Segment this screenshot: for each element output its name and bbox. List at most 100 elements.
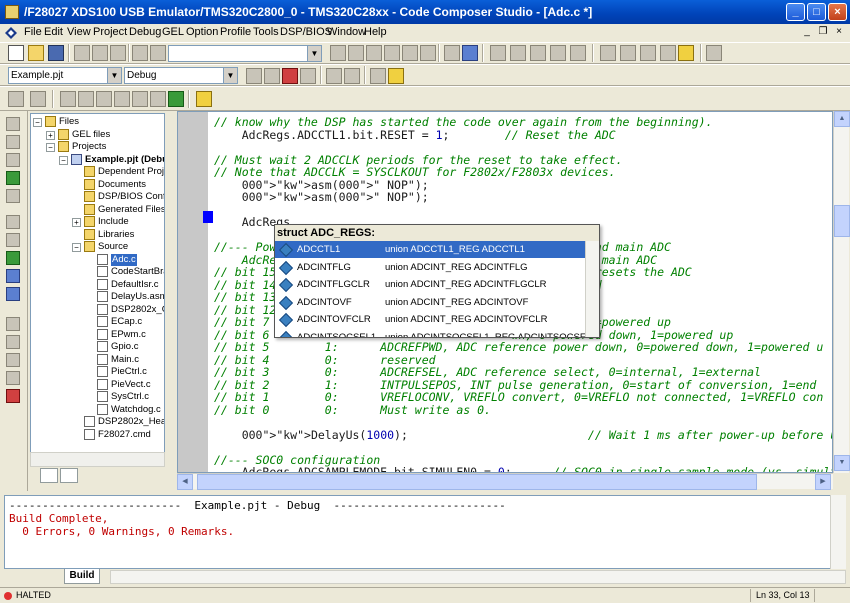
collapse-icon[interactable]: − <box>33 118 42 127</box>
step-into-icon[interactable] <box>600 45 616 61</box>
scroll-down-icon[interactable]: ▼ <box>834 455 850 471</box>
tab-bookmarks[interactable] <box>60 468 78 483</box>
dropdown-arrow-icon[interactable]: ▼ <box>223 68 237 83</box>
config-combo[interactable]: Debug ▼ <box>124 67 238 84</box>
output-vertical-scrollbar[interactable] <box>830 495 846 569</box>
menu-help[interactable]: Help <box>364 26 387 38</box>
step-into-icon[interactable] <box>6 117 20 131</box>
find-in-files-icon[interactable] <box>366 45 382 61</box>
menu-view[interactable]: View <box>67 26 91 38</box>
bookmark-prev-icon[interactable] <box>530 45 546 61</box>
tree-horizontal-scrollbar[interactable] <box>30 452 165 467</box>
indent-icon[interactable] <box>402 45 418 61</box>
rebuild-all-icon[interactable] <box>282 68 298 84</box>
editor-horizontal-scrollbar[interactable]: ◀ ▶ <box>177 473 833 490</box>
halt-icon[interactable] <box>326 68 342 84</box>
copy-icon[interactable] <box>92 45 108 61</box>
bookmark-clear-icon[interactable] <box>550 45 566 61</box>
output-window[interactable]: -------------------------- Example.pjt -… <box>4 495 846 569</box>
asm-step-icon[interactable] <box>6 215 20 229</box>
call-stack-icon[interactable] <box>132 91 148 107</box>
collapse-icon[interactable]: − <box>59 155 68 165</box>
toggle-probe-icon[interactable] <box>6 353 20 367</box>
minimize-button[interactable]: _ <box>786 3 805 21</box>
registers-icon[interactable] <box>78 91 94 107</box>
flag-icon[interactable] <box>168 91 184 107</box>
editor-vertical-scrollbar[interactable]: ▲ ▼ <box>833 111 850 473</box>
paste-icon[interactable] <box>110 45 126 61</box>
expand-icon[interactable]: + <box>46 130 55 140</box>
match-brace-icon[interactable] <box>384 45 400 61</box>
animate-icon[interactable] <box>6 251 20 265</box>
scroll-left-icon[interactable]: ◀ <box>177 474 193 490</box>
open-folder-icon[interactable] <box>28 45 44 61</box>
find-prev-icon[interactable] <box>348 45 364 61</box>
new-file-icon[interactable] <box>8 45 24 61</box>
step-over-icon[interactable] <box>6 135 20 149</box>
incremental-build-icon[interactable] <box>264 68 280 84</box>
memory-icon[interactable] <box>60 91 76 107</box>
remove-probes-icon[interactable] <box>6 371 20 385</box>
breakpoint-icon[interactable] <box>706 45 722 61</box>
output-horizontal-scrollbar[interactable] <box>110 570 846 584</box>
bookmark-toggle-icon[interactable] <box>490 45 506 61</box>
maximize-button[interactable]: □ <box>807 3 826 21</box>
completion-item[interactable]: ADCINTOVF union ADCINT_REG ADCINTOVF <box>275 294 587 311</box>
menu-edit[interactable]: Edit <box>44 26 63 38</box>
asm-step-over-icon[interactable] <box>6 233 20 247</box>
scroll-right-icon[interactable]: ▶ <box>815 474 831 490</box>
autocomplete-popup[interactable]: struct ADC_REGS: ADCCTL1 union ADCCTL1_RE… <box>274 224 600 338</box>
scroll-thumb[interactable] <box>834 205 850 237</box>
menu-dspbios[interactable]: DSP/BIOS <box>280 26 332 38</box>
graph-icon[interactable] <box>114 91 130 107</box>
compile-icon[interactable] <box>246 68 262 84</box>
completion-item[interactable]: ADCINTFLGCLR union ADCINT_REG ADCINTFLGCL… <box>275 276 587 293</box>
bookmark-next-icon[interactable] <box>510 45 526 61</box>
bookmarks-icon[interactable] <box>570 45 586 61</box>
menu-gel[interactable]: GEL <box>162 26 184 38</box>
remove-breakpoints-icon[interactable] <box>6 335 20 349</box>
tab-file-view[interactable] <box>40 468 58 483</box>
editor-gutter[interactable] <box>178 112 208 472</box>
menu-file[interactable]: File <box>24 26 42 38</box>
completion-item[interactable]: ADCINTFLG union ADCINT_REG ADCINTFLG <box>275 259 587 276</box>
halt-icon[interactable] <box>6 189 20 203</box>
menu-project[interactable]: Project <box>93 26 127 38</box>
step-over-icon[interactable] <box>620 45 636 61</box>
expand-icon[interactable]: + <box>72 218 81 227</box>
save-icon[interactable] <box>48 45 64 61</box>
close-button[interactable]: × <box>828 3 847 21</box>
pane-splitter[interactable] <box>167 111 177 491</box>
symbol-browser-icon[interactable] <box>150 91 166 107</box>
mdi-restore-button[interactable]: ❐ <box>816 26 830 39</box>
options-icon[interactable] <box>370 68 386 84</box>
menu-window[interactable]: Window <box>327 26 366 38</box>
watch-window-icon[interactable] <box>96 91 112 107</box>
key-icon[interactable] <box>388 68 404 84</box>
menu-tools[interactable]: Tools <box>253 26 279 38</box>
find-combo[interactable]: ▼ <box>168 45 322 62</box>
redo-icon[interactable] <box>150 45 166 61</box>
run-icon[interactable] <box>678 45 694 61</box>
dropdown-arrow-icon[interactable]: ▼ <box>307 46 321 61</box>
mdi-minimize-button[interactable]: _ <box>800 26 814 39</box>
toggle-breakpoint-icon[interactable] <box>6 317 20 331</box>
completion-item[interactable]: ADCCTL1 union ADCCTL1_REG ADCCTL1 <box>275 241 587 258</box>
menu-debug[interactable]: Debug <box>129 26 161 38</box>
halt-cpu-icon[interactable] <box>6 287 20 301</box>
find-next-icon[interactable] <box>330 45 346 61</box>
print-icon[interactable] <box>444 45 460 61</box>
watch-locals-icon[interactable] <box>30 91 46 107</box>
reset-icon[interactable] <box>344 68 360 84</box>
completion-item[interactable]: ADCINTSOCSEL1 union ADCINTSOCSEL1_REG ADC… <box>275 329 597 337</box>
dropdown-arrow-icon[interactable]: ▼ <box>107 68 121 83</box>
run-icon[interactable] <box>6 171 20 185</box>
menu-profile[interactable]: Profile <box>220 26 251 38</box>
scroll-thumb[interactable] <box>197 474 757 490</box>
cut-icon[interactable] <box>74 45 90 61</box>
mdi-close-button[interactable]: × <box>832 26 846 39</box>
collapse-icon[interactable]: − <box>46 143 55 152</box>
tab-build[interactable]: Build <box>64 569 100 584</box>
gel-icon[interactable] <box>196 91 212 107</box>
completion-item[interactable]: ADCINTOVFCLR union ADCINT_REG ADCINTOVFCL… <box>275 311 587 328</box>
